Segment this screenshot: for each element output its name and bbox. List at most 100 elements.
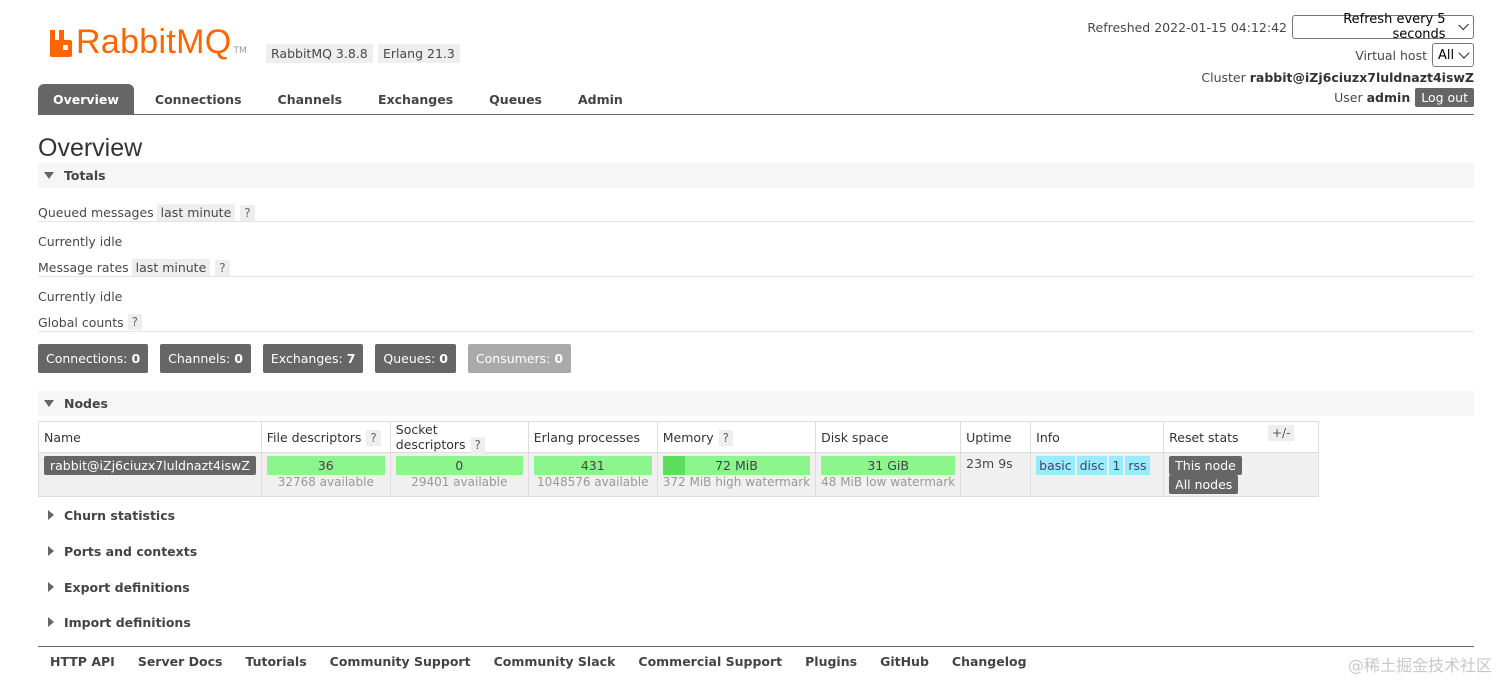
info-tag: disc: [1076, 456, 1108, 475]
fd-bar: 36: [266, 456, 385, 475]
footer-link-community-slack[interactable]: Community Slack: [494, 654, 616, 669]
section-ports-and-contexts[interactable]: Ports and contexts: [38, 541, 197, 561]
section-import-definitions[interactable]: Import definitions: [38, 612, 191, 632]
channels-count-button[interactable]: Channels: 0: [160, 344, 251, 373]
cluster-label: Cluster: [1201, 70, 1246, 85]
tab-overview[interactable]: Overview: [38, 84, 134, 114]
help-button[interactable]: ?: [366, 429, 381, 446]
sd-bar: 0: [395, 456, 523, 475]
help-button[interactable]: ?: [215, 259, 230, 276]
disk-watermark: 48 MiB low watermark: [821, 475, 956, 489]
help-button[interactable]: ?: [470, 437, 485, 453]
tab-channels[interactable]: Channels: [260, 84, 361, 114]
help-button[interactable]: ?: [127, 314, 143, 330]
reset-all-nodes-button[interactable]: All nodes: [1169, 475, 1239, 494]
col-label: File descriptors: [266, 429, 362, 445]
col-memory: Memory?: [656, 421, 817, 453]
refreshed-time: 2022-01-15 04:12:42: [1154, 19, 1287, 35]
tab-queues[interactable]: Queues: [471, 84, 560, 114]
global-counts-row: Global counts ?: [38, 314, 143, 330]
main-nav-tabs: Overview Connections Channels Exchanges …: [38, 84, 1474, 115]
section-label: Ports and contexts: [64, 543, 198, 559]
table-header-row: Name File descriptors? Socket descriptor…: [38, 421, 1320, 453]
count-label: Exchanges:: [270, 351, 343, 366]
info-tag: rss: [1125, 456, 1150, 475]
footer-link-community-support[interactable]: Community Support: [330, 654, 471, 669]
nodes-title: Nodes: [64, 396, 108, 411]
expand-triangle-icon: [48, 582, 54, 592]
count-value: 0: [131, 351, 141, 366]
col-label: Memory: [662, 429, 714, 445]
col-uptime: Uptime: [960, 421, 1032, 453]
chevron-down-icon: [1458, 47, 1470, 59]
uptime-cell: 23m 9s: [960, 452, 1032, 497]
divider: [38, 331, 1474, 332]
help-button[interactable]: ?: [240, 204, 255, 221]
memory-value: 72 MiB: [715, 458, 758, 473]
memory-bar[interactable]: 72 MiB: [662, 456, 811, 475]
expand-triangle-icon: [48, 510, 54, 520]
sd-available: 29401 available: [411, 475, 508, 489]
vhost-label: Virtual host: [1355, 47, 1427, 63]
expand-triangle-icon: [48, 617, 54, 627]
footer-link-commercial-support[interactable]: Commercial Support: [638, 654, 782, 669]
section-label: Churn statistics: [64, 507, 176, 523]
totals-title: Totals: [64, 168, 106, 183]
queued-messages-row: Queued messages last minute ?: [38, 204, 255, 221]
count-label: Consumers:: [475, 351, 551, 366]
col-name: Name: [38, 421, 262, 453]
count-value: 0: [439, 351, 448, 366]
divider: [38, 276, 1474, 277]
col-disk-space: Disk space: [815, 421, 962, 453]
refresh-row: Refreshed 2022-01-15 04:12:42 Refresh ev…: [1087, 12, 1474, 42]
queued-range-selector[interactable]: last minute: [156, 204, 236, 221]
disk-cell: 31 GiB 48 MiB low watermark: [815, 452, 962, 497]
divider: [38, 221, 1474, 222]
collapse-triangle-icon: [44, 400, 54, 407]
ep-bar: 431: [533, 456, 652, 475]
footer-link-plugins[interactable]: Plugins: [805, 654, 857, 669]
footer-link-changelog[interactable]: Changelog: [952, 654, 1027, 669]
connections-count-button[interactable]: Connections: 0: [38, 344, 149, 373]
node-name-cell: rabbit@iZj6ciuzx7luldnazt4iswZ: [38, 452, 262, 497]
tab-exchanges[interactable]: Exchanges: [360, 84, 471, 114]
count-value: 0: [234, 351, 243, 366]
count-value: 0: [554, 351, 564, 366]
logo-text: RabbitMQ: [76, 23, 232, 61]
queues-count-button[interactable]: Queues: 0: [375, 344, 456, 373]
collapse-triangle-icon: [44, 172, 54, 179]
exchanges-count-button[interactable]: Exchanges: 7: [262, 344, 364, 373]
node-name-link[interactable]: rabbit@iZj6ciuzx7luldnazt4iswZ: [44, 456, 256, 475]
tab-admin[interactable]: Admin: [560, 84, 641, 114]
tab-connections[interactable]: Connections: [134, 84, 260, 114]
section-export-definitions[interactable]: Export definitions: [38, 577, 190, 597]
totals-section-header[interactable]: Totals: [38, 163, 1474, 188]
refresh-interval-select[interactable]: Refresh every 5 seconds: [1292, 12, 1474, 42]
info-tag: 1: [1109, 456, 1124, 475]
memory-cell: 72 MiB 372 MiB high watermark: [656, 452, 817, 497]
info-tag: basic: [1036, 456, 1075, 475]
memory-watermark: 372 MiB high watermark: [662, 475, 811, 489]
section-churn-statistics[interactable]: Churn statistics: [38, 505, 175, 525]
footer-link-server-docs[interactable]: Server Docs: [138, 654, 223, 669]
rates-range-selector[interactable]: last minute: [131, 259, 211, 276]
help-button[interactable]: ?: [718, 429, 733, 446]
rabbitmq-version: RabbitMQ 3.8.8: [266, 44, 373, 63]
refresh-interval-value: Refresh every 5 seconds: [1343, 12, 1446, 42]
col-erlang-processes: Erlang processes: [527, 421, 658, 453]
table-row: rabbit@iZj6ciuzx7luldnazt4iswZ 36 32768 …: [38, 452, 1320, 497]
count-label: Connections:: [46, 351, 128, 366]
nodes-section-header[interactable]: Nodes: [38, 391, 1474, 416]
reset-this-node-button[interactable]: This node: [1169, 456, 1242, 475]
message-rates-row: Message rates last minute ?: [38, 259, 230, 276]
count-label: Channels:: [168, 351, 231, 366]
nodes-table: Name File descriptors? Socket descriptor…: [38, 421, 1320, 497]
footer-link-http-api[interactable]: HTTP API: [50, 654, 115, 669]
footer-link-github[interactable]: GitHub: [880, 654, 929, 669]
fd-available: 32768 available: [277, 475, 374, 489]
rates-idle-text: Currently idle: [38, 289, 123, 304]
column-toggle-button[interactable]: +/-: [1268, 425, 1295, 441]
rabbitmq-logo[interactable]: RabbitMQ TM: [48, 24, 247, 60]
footer-link-tutorials[interactable]: Tutorials: [245, 654, 306, 669]
vhost-select[interactable]: All: [1432, 43, 1474, 67]
